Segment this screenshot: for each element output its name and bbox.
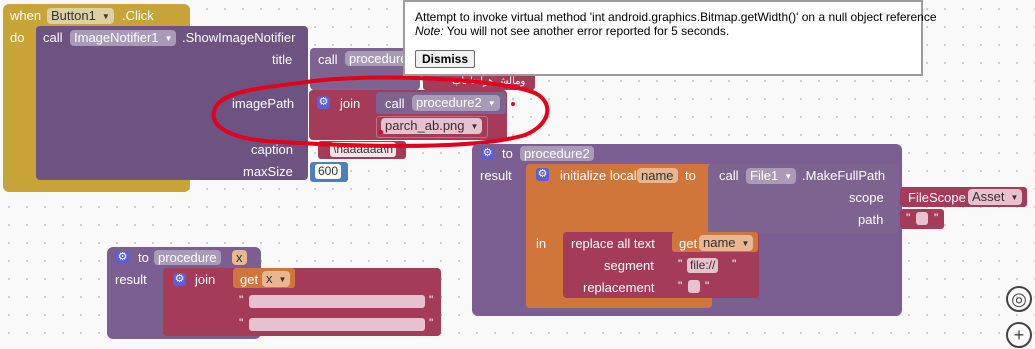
title-procedure-dropdown[interactable]: procedure (345, 51, 412, 66)
proc-result-label: result (115, 272, 147, 287)
proc-string-field-1[interactable] (249, 295, 425, 308)
file1-component-dropdown[interactable]: File1 ▼ (746, 168, 797, 185)
filescope-value-dropdown[interactable]: Asset ▼ (968, 189, 1023, 206)
title-procedure-label: procedure (349, 51, 408, 66)
proc-get-label: get (240, 272, 259, 287)
note-text: You will not see another error reported … (443, 24, 730, 38)
local-var-name-field[interactable]: name (637, 168, 678, 183)
gear-icon[interactable]: ⚙ (536, 168, 549, 181)
event-component-label: Button1 (51, 8, 96, 23)
proc2-name-label: procedure2 (524, 146, 590, 161)
proc-param-label: x (236, 250, 243, 265)
quote-open: " (239, 316, 244, 330)
error-dialog: Attempt to invoke virtual method 'int an… (403, 0, 937, 76)
get-label: get (679, 236, 698, 251)
proc-string-field-2[interactable] (249, 318, 425, 331)
proc-to-label: to (138, 250, 149, 265)
gear-icon[interactable]: ⚙ (173, 273, 186, 286)
segment-text-field[interactable]: file:// (687, 258, 719, 273)
replacement-arg-label: replacement (583, 280, 655, 295)
annotation-dot (379, 130, 383, 134)
get-var-label: name (703, 235, 736, 250)
max-size-field[interactable]: 600 (315, 164, 342, 179)
chevron-down-icon: ▼ (164, 34, 173, 44)
notifier-component-dropdown[interactable]: ImageNotifier1 ▼ (70, 30, 177, 47)
gear-icon[interactable]: ⚙ (116, 251, 129, 264)
chevron-down-icon: ▼ (101, 12, 110, 22)
get-var-dropdown[interactable]: name ▼ (699, 235, 754, 252)
dismiss-button[interactable]: Dismiss (415, 50, 476, 68)
replacement-text-field[interactable] (688, 280, 700, 293)
call-label: call (43, 30, 63, 45)
proc-param-field[interactable]: x (232, 250, 247, 265)
annotation-dot (511, 102, 515, 106)
proc2-name-field[interactable]: procedure2 (520, 146, 594, 161)
proc-join-label: join (195, 272, 216, 287)
event-name-label: .Click (122, 8, 154, 23)
scope-arg-label: scope (849, 190, 884, 205)
filescope-label: FileScope (908, 190, 966, 205)
local-var-name-label: name (641, 168, 674, 183)
error-note: Note: You will not see another error rep… (415, 24, 729, 38)
event-do-label: do (10, 30, 25, 45)
max-size-arg-label: maxSize (243, 164, 293, 179)
file1-call-label: call (719, 168, 739, 183)
filescope-value-label: Asset (972, 189, 1005, 204)
chevron-down-icon: ▼ (741, 239, 750, 249)
notifier-component-label: ImageNotifier1 (74, 30, 159, 45)
proc-name-label: procedure (158, 250, 217, 265)
quote-close: " (429, 293, 434, 307)
proc-name-field[interactable]: procedure (154, 250, 221, 265)
method-label: .ShowImageNotifier (182, 30, 296, 45)
file1-component-label: File1 (750, 168, 779, 183)
quote-close: " (732, 257, 737, 271)
gear-icon[interactable]: ⚙ (481, 147, 494, 160)
quote-open: " (678, 279, 683, 293)
event-component-dropdown[interactable]: Button1 ▼ (47, 8, 114, 25)
quote-open: " (678, 257, 683, 271)
chevron-down-icon: ▼ (784, 172, 793, 182)
crosshair-icon[interactable]: ◎ (1006, 286, 1032, 312)
proc-get-var-dropdown[interactable]: x ▼ (262, 271, 291, 288)
plus-icon[interactable]: + (1006, 322, 1032, 348)
path-arg-label: path (858, 212, 884, 227)
chevron-down-icon: ▼ (1010, 193, 1019, 203)
quote-open: " (239, 293, 244, 307)
title-arg-label: title (272, 52, 293, 67)
quote-open: " (906, 211, 911, 225)
initialize-local-label: initialize local (560, 168, 637, 183)
init-to-label: to (685, 168, 696, 183)
chevron-down-icon: ▼ (278, 275, 287, 285)
proc2-to-label: to (502, 146, 513, 161)
init-in-label: in (536, 236, 547, 251)
replace-all-label: replace all text (571, 236, 655, 251)
path-text-field[interactable] (916, 212, 928, 225)
quote-close: " (934, 211, 939, 225)
segment-arg-label: segment (604, 258, 654, 273)
proc-get-var-label: x (266, 271, 273, 286)
annotation-circle (211, 75, 550, 148)
quote-close: " (429, 316, 434, 330)
error-message: Attempt to invoke virtual method 'int an… (415, 10, 937, 24)
make-full-path-label: .MakeFullPath (802, 168, 886, 183)
proc2-result-label: result (480, 168, 512, 183)
quote-close: " (705, 279, 710, 293)
title-call-label: call (318, 52, 338, 67)
note-label: Note: (415, 24, 444, 38)
event-when-label: when (10, 8, 42, 23)
